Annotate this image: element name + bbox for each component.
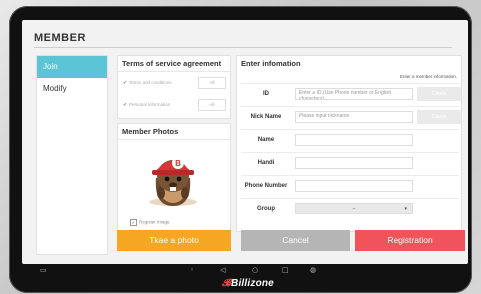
terms-label: Personal information (129, 102, 171, 107)
sidebar-item-modify[interactable]: Modify (37, 78, 107, 100)
check-icon[interactable]: ✔ (123, 80, 127, 86)
handi-label: Handi (257, 160, 275, 166)
nickname-label: Nick Name (250, 114, 282, 120)
page-title: MEMBER (34, 32, 86, 44)
phone-input[interactable] (295, 180, 413, 192)
camera-icon[interactable]: ◦ (190, 266, 194, 275)
brand-name: Billizone (231, 278, 274, 289)
phone-label: Phone Number (244, 183, 288, 189)
terms-row: ✔ Terms and conditions All (118, 72, 230, 94)
form-hint: Enter a member information. (399, 74, 457, 79)
sidebar-item-join[interactable]: Join (37, 56, 107, 78)
registration-button[interactable]: Registration (355, 230, 465, 251)
photos-panel: Member Photos B ✓ Register Image (117, 123, 231, 239)
form-row-nickname: Nick Name Please input nickname Check (241, 106, 461, 128)
id-check-button[interactable]: Check (417, 87, 461, 101)
title-divider (34, 47, 452, 48)
chevron-down-icon: ▾ (404, 206, 407, 212)
group-value: – (352, 206, 356, 212)
terms-panel: Terms of service agreement ✔ Terms and c… (117, 55, 231, 119)
back-icon[interactable]: ◁ (220, 266, 225, 275)
photos-title: Member Photos (118, 124, 230, 140)
nickname-input[interactable]: Please input nickname (295, 111, 413, 123)
sidebar: Join Modify (36, 55, 108, 255)
form-row-name: Name (241, 129, 459, 151)
home-icon[interactable]: ○ (252, 266, 258, 275)
take-photo-button[interactable]: Tkae a photo (117, 230, 231, 251)
check-icon[interactable]: ✔ (123, 102, 127, 108)
handi-input[interactable] (295, 157, 413, 169)
register-image-label: Register Image (139, 219, 170, 225)
info-form: Enter infomation Enter a member informat… (236, 55, 462, 232)
brand-mark-icon: 𝓑 (222, 278, 232, 289)
keyboard-icon[interactable]: ▭ (40, 266, 47, 275)
register-image-checkbox[interactable]: ✓ Register Image (130, 219, 170, 226)
svg-text:B: B (175, 159, 181, 168)
terms-title: Terms of service agreement (118, 56, 230, 72)
id-input[interactable]: Enter a ID.(Use Phone number or English … (295, 88, 413, 100)
name-input[interactable] (295, 134, 413, 146)
app-screen: MEMBER Join Modify Terms of service agre… (22, 20, 468, 264)
group-label: Group (257, 206, 275, 212)
form-row-phone: Phone Number (241, 175, 459, 197)
left-column: Terms of service agreement ✔ Terms and c… (117, 55, 231, 239)
cancel-button[interactable]: Cancel (241, 230, 350, 251)
brand-logo: 𝓑Billizone (222, 278, 274, 289)
form-row-handi: Handi (241, 152, 459, 174)
id-label: ID (263, 91, 269, 97)
mascot-image: B (130, 148, 216, 208)
form-title: Enter infomation (241, 59, 301, 68)
terms-label: Terms and conditions (129, 80, 172, 85)
nickname-check-button[interactable]: Check (417, 110, 461, 124)
terms-all-button[interactable]: All (198, 99, 226, 111)
system-nav-bar: ▭ ◦ ◁ ○ □ ◍ (22, 264, 468, 278)
form-row-group: Group – ▾ (241, 198, 459, 220)
terms-row: ✔ Personal information All (118, 94, 230, 116)
name-label: Name (257, 137, 275, 143)
recent-apps-icon[interactable]: □ (282, 266, 289, 275)
terms-all-button[interactable]: All (198, 77, 226, 89)
checkbox-icon: ✓ (130, 219, 137, 226)
form-row-id: ID Enter a ID.(Use Phone number or Engli… (241, 83, 461, 105)
screenshot-icon[interactable]: ◍ (310, 266, 316, 275)
group-select[interactable]: – ▾ (295, 203, 413, 214)
